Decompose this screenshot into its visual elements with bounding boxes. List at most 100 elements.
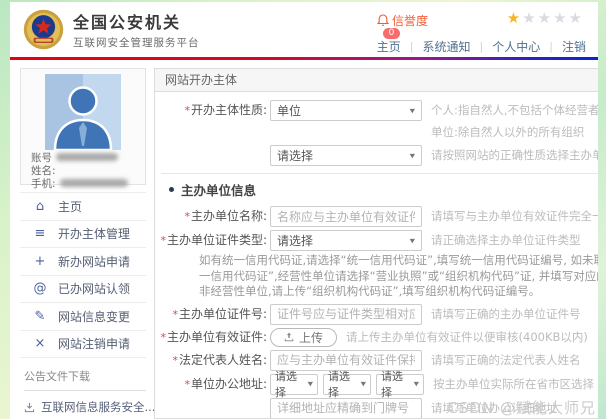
- cert-type-value: 请选择: [277, 234, 314, 248]
- home-icon: ⌂: [35, 198, 45, 214]
- chevron-down-icon: ▼: [360, 380, 366, 388]
- nav-link-profile[interactable]: 个人中心: [492, 38, 540, 55]
- police-emblem-icon: [23, 9, 64, 50]
- sidebar-item-label: 开办主体管理: [58, 227, 131, 242]
- district-value: 请选择: [381, 370, 403, 399]
- province-select[interactable]: 请选择 ▼: [270, 370, 318, 399]
- section-divider: [161, 173, 598, 174]
- org-name-input[interactable]: [270, 206, 422, 227]
- cert-file-help: 请上传主办单位有效证件以便审核(400KB以内): [346, 329, 588, 344]
- office-address-help: 按主办单位实际所在省市区选择: [433, 376, 594, 391]
- downloads-divider: [24, 390, 146, 391]
- required-asterisk: *: [160, 234, 166, 247]
- city-value: 请选择: [328, 370, 350, 399]
- subject-type-value: 请选择: [277, 149, 314, 163]
- sidebar-item-new-site-application[interactable]: + 新办网站申请: [20, 248, 146, 276]
- nav-link-notifications[interactable]: 系统通知: [423, 38, 471, 55]
- subject-nature-select[interactable]: 单位 ▼: [270, 100, 422, 121]
- legal-name-label: *法定代表人姓名:: [172, 352, 267, 367]
- sidebar-item-label: 主页: [58, 199, 83, 214]
- star-icon: ★: [553, 9, 569, 27]
- site-title: 全国公安机关: [73, 13, 182, 32]
- profile-card: 账号 姓名: 手机:: [20, 68, 146, 190]
- download-link-label: 互联网信息服务安全...: [41, 400, 156, 414]
- cert-number-help: 请填写正确的主办单位证件号: [431, 306, 581, 321]
- cert-file-label: *主办单位有效证件:: [160, 329, 267, 344]
- credibility-indicator: 信誉度: [376, 12, 428, 29]
- city-select[interactable]: 请选择 ▼: [323, 370, 371, 399]
- nav-link-logout[interactable]: 注销: [562, 38, 586, 55]
- cert-number-input[interactable]: [270, 303, 422, 325]
- site-header: 全国公安机关 互联网安全管理服务平台 信誉度 ★★★★★ 0 主页 系统通知 个…: [10, 2, 598, 57]
- help-line-individual: 个人:指自然人,不包括个体经营者: [431, 103, 598, 117]
- province-value: 请选择: [275, 370, 297, 399]
- sidebar-item-subject-management[interactable]: ≡ 开办主体管理: [20, 221, 146, 248]
- nav-item-home[interactable]: 主页: [377, 38, 401, 55]
- upload-icon: [284, 332, 294, 342]
- nav-item-logout[interactable]: 注销: [540, 38, 586, 55]
- legal-name-row: *法定代表人姓名: 请填写正确的法定代表人姓名: [155, 349, 598, 371]
- cert-type-help: 请正确选择主办单位证件类型: [431, 233, 581, 247]
- org-name-label: *主办单位名称:: [184, 209, 267, 223]
- upload-button[interactable]: 上传: [270, 327, 338, 347]
- subject-form: *开办主体性质: 单位 ▼ 个人:指自然人,不包括个体经营者 单位:除自然人以外…: [155, 92, 598, 418]
- profile-phone-row: 手机:: [21, 177, 145, 190]
- required-asterisk: *: [172, 353, 178, 367]
- announcement-downloads: 公告文件下载 互联网信息服务安全...: [20, 368, 155, 419]
- office-address-label: *单位办公地址:: [184, 376, 267, 391]
- cert-type-label: *主办单位证件类型:: [160, 233, 267, 247]
- required-asterisk: *: [160, 330, 166, 344]
- cert-file-row: *主办单位有效证件: 上传 请上传主办单位有效证件以便审核(400KB以内): [155, 327, 598, 347]
- subject-type-row: 请选择 ▼ 请按照网站的正确性质选择主办单位性质: [155, 145, 598, 166]
- cert-type-row: *主办单位证件类型: 请选择 ▼ 请正确选择主办单位证件类型: [155, 230, 598, 251]
- chevron-down-icon: ▼: [413, 380, 419, 388]
- help-line-unit: 单位:除自然人以外的所有组织: [431, 125, 585, 139]
- avatar: [45, 74, 121, 150]
- subject-nature-value: 单位: [277, 104, 302, 118]
- sidebar-item-label: 网站注销申请: [58, 337, 131, 352]
- panel-title: 网站开办主体: [155, 69, 598, 92]
- sidebar-item-site-info-change[interactable]: ✎ 网站信息变更: [20, 303, 146, 331]
- legal-name-help: 请填写正确的法定代表人姓名: [431, 352, 581, 367]
- star-icon: ★: [568, 9, 584, 27]
- account-value-redacted: [56, 153, 118, 161]
- sidebar-item-home[interactable]: ⌂ 主页: [20, 193, 146, 221]
- profile-account-row: 账号: [21, 151, 145, 164]
- site-logo: 全国公安机关 互联网安全管理服务平台: [22, 8, 200, 51]
- sidebar-item-site-claim[interactable]: @ 已办网站认领: [20, 276, 146, 303]
- main-content: 网站开办主体 *开办主体性质: 单位 ▼ 个人:指自然人,不包括个体经营者 单位…: [154, 68, 598, 419]
- content-container: 全国公安机关 互联网安全管理服务平台 信誉度 ★★★★★ 0 主页 系统通知 个…: [10, 2, 598, 419]
- sidebar-menu: ⌂ 主页 ≡ 开办主体管理 + 新办网站申请 @ 已办网站认领 ✎ 网站信息变更…: [20, 192, 146, 358]
- org-name-row: *主办单位名称: 请填写与主办单位有效证件完全一致的名字: [155, 206, 598, 227]
- sidebar-item-label: 新办网站申请: [58, 254, 131, 269]
- site-subject-panel: 网站开办主体 *开办主体性质: 单位 ▼ 个人:指自然人,不包括个体经营者 单位…: [154, 68, 598, 419]
- nav-item-notifications[interactable]: 系统通知: [401, 38, 471, 55]
- edit-icon: ✎: [34, 308, 46, 324]
- download-link-internet-info-service[interactable]: 互联网信息服务安全...: [24, 399, 155, 415]
- phone-value-redacted: [59, 179, 128, 187]
- district-select[interactable]: 请选择 ▼: [376, 370, 424, 399]
- nav-link-home[interactable]: 主页: [377, 38, 401, 55]
- address-detail-input[interactable]: [270, 397, 422, 418]
- cert-number-row: *主办单位证件号: 请填写正确的主办单位证件号: [155, 303, 598, 325]
- sidebar-item-site-cancellation[interactable]: × 网站注销申请: [20, 331, 146, 358]
- subject-type-select[interactable]: 请选择 ▼: [270, 145, 422, 166]
- star-icon: ★: [522, 9, 538, 27]
- watermark: CSDN @赋能大师兄: [447, 399, 596, 417]
- org-info-section-title: 主办单位信息: [169, 180, 598, 199]
- chevron-down-icon: ▼: [409, 107, 415, 114]
- required-asterisk: *: [184, 104, 190, 117]
- required-asterisk: *: [172, 307, 178, 321]
- at-icon: @: [33, 281, 47, 297]
- close-icon: ×: [34, 336, 46, 352]
- required-asterisk: *: [184, 377, 190, 391]
- nav-item-profile[interactable]: 个人中心: [471, 38, 540, 55]
- subject-nature-label: *开办主体性质:: [184, 103, 267, 117]
- credibility-rating: ★★★★★: [507, 9, 584, 27]
- download-icon: [24, 402, 35, 412]
- chevron-down-icon: ▼: [409, 237, 415, 244]
- upload-button-label: 上传: [299, 330, 324, 345]
- sidebar: 账号 姓名: 手机: ⌂ 主页 ≡ 开办主体管理 + 新办网站申请 @ 已办网站…: [10, 60, 155, 419]
- cert-type-select[interactable]: 请选择 ▼: [270, 230, 422, 251]
- bullet-icon: [169, 187, 174, 192]
